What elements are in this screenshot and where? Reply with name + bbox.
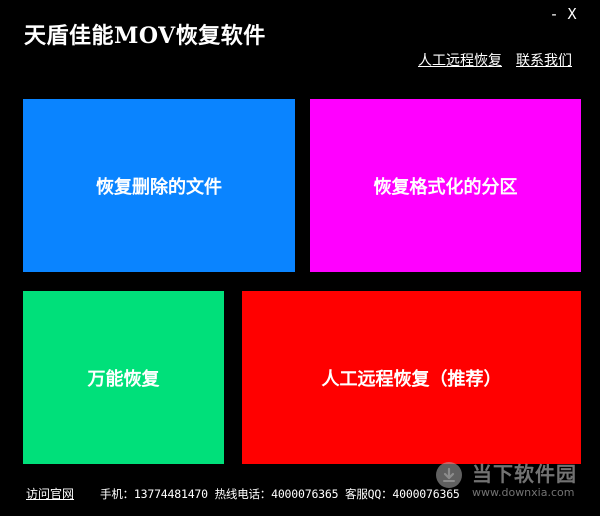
tile-label: 恢复删除的文件 (96, 176, 222, 198)
recover-formatted-partition-tile[interactable]: 恢复格式化的分区 (310, 99, 581, 272)
footer: 访问官网 手机：13774481470 热线电话：4000076365 客服QQ… (26, 485, 460, 502)
watermark-url: www.downxia.com (472, 486, 575, 499)
tile-label: 人工远程恢复（推荐） (321, 368, 502, 390)
close-button[interactable]: X (563, 4, 581, 24)
contact-info: 手机：13774481470 热线电话：4000076365 客服QQ：4000… (100, 486, 460, 501)
manual-remote-recovery-tile[interactable]: 人工远程恢复（推荐） (242, 291, 581, 464)
tile-label: 恢复格式化的分区 (373, 176, 518, 198)
app-title: 天盾佳能MOV恢复软件 (24, 23, 266, 49)
contact-us-link[interactable]: 联系我们 (516, 50, 572, 70)
visit-website-link[interactable]: 访问官网 (26, 485, 74, 502)
app-window: 天盾佳能MOV恢复软件 - X 人工远程恢复 联系我们 恢复删除的文件 恢复格式… (0, 0, 600, 516)
recover-deleted-files-tile[interactable]: 恢复删除的文件 (23, 99, 295, 272)
tile-label: 万能恢复 (87, 368, 160, 390)
universal-recovery-tile[interactable]: 万能恢复 (23, 291, 224, 464)
minimize-button[interactable]: - (545, 4, 563, 24)
top-links: 人工远程恢复 联系我们 (418, 50, 572, 70)
remote-recovery-link[interactable]: 人工远程恢复 (418, 50, 502, 70)
